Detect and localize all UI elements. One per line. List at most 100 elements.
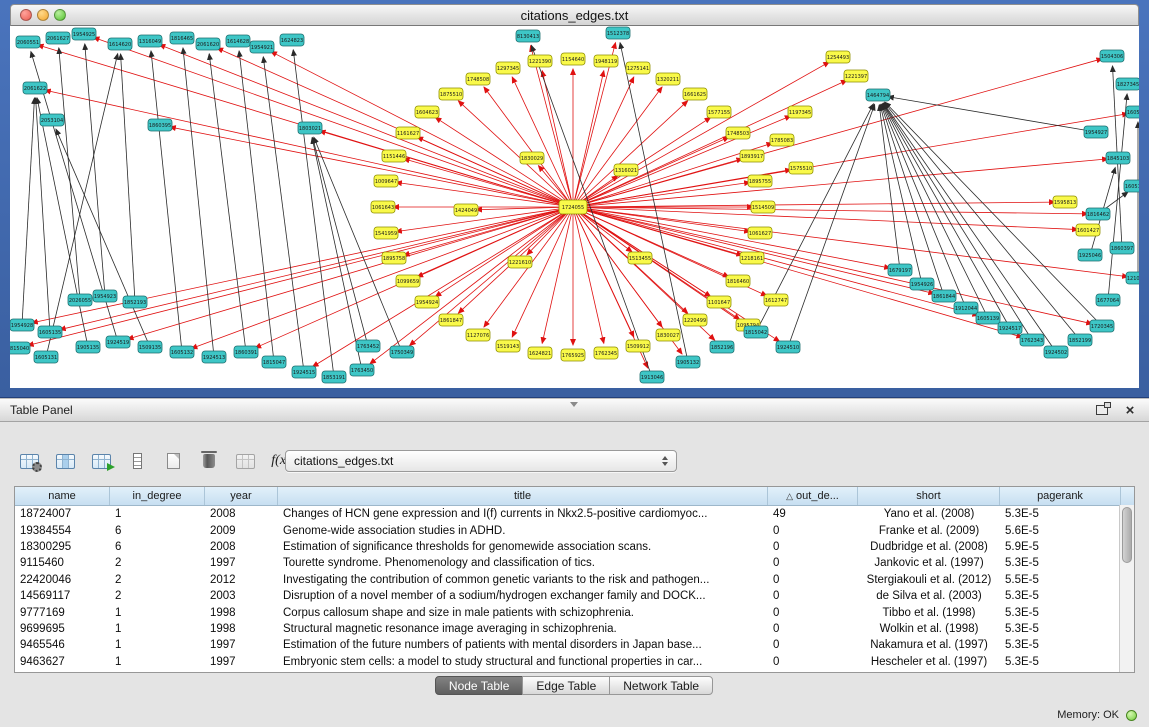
network-node-yellow[interactable]: 1099659 xyxy=(396,275,420,287)
network-node-cyan[interactable]: 1845103 xyxy=(1106,152,1130,164)
citation-edge[interactable] xyxy=(573,59,1102,207)
network-node-yellow[interactable]: 1765925 xyxy=(561,349,585,361)
network-node-cyan[interactable]: 2061620 xyxy=(196,38,220,50)
network-node-cyan[interactable]: 1816465 xyxy=(170,32,194,44)
network-node-cyan[interactable]: 1763452 xyxy=(356,340,380,352)
table-row[interactable]: 946554611997Estimation of the future num… xyxy=(15,637,1134,653)
network-node-cyan[interactable]: 1624823 xyxy=(280,34,304,46)
network-node-cyan[interactable]: 1677064 xyxy=(1096,294,1120,306)
tab-network-table[interactable]: Network Table xyxy=(609,676,713,695)
network-node-cyan[interactable]: 1605132 xyxy=(170,346,194,358)
zoom-window-button[interactable] xyxy=(54,9,66,21)
citation-edge[interactable] xyxy=(573,207,1022,337)
network-node-cyan[interactable]: 1954923 xyxy=(93,290,117,302)
delete-table-button[interactable] xyxy=(194,447,224,475)
column-header-year[interactable]: year xyxy=(205,487,278,505)
network-node-cyan[interactable]: 1605135 xyxy=(38,326,62,338)
column-header-short[interactable]: short xyxy=(858,487,1000,505)
network-node-cyan[interactable]: 1954928 xyxy=(10,319,34,331)
citation-edge[interactable] xyxy=(209,54,246,352)
network-node-yellow[interactable]: 1316021 xyxy=(614,164,638,176)
network-node-cyan[interactable]: 1316049 xyxy=(138,35,162,47)
network-node-yellow[interactable]: 1875510 xyxy=(439,88,463,100)
citation-edge[interactable] xyxy=(531,46,573,207)
citation-edge[interactable] xyxy=(573,114,1128,207)
tab-edge-table[interactable]: Edge Table xyxy=(522,676,610,695)
network-node-cyan[interactable]: 1905132 xyxy=(676,356,700,368)
citation-edge[interactable] xyxy=(320,131,573,207)
citation-edge[interactable] xyxy=(313,207,573,367)
network-node-yellow[interactable]: 1612747 xyxy=(764,294,788,306)
network-node-yellow[interactable]: 1424049 xyxy=(454,204,478,216)
network-node-yellow[interactable]: 1513455 xyxy=(628,252,652,264)
network-node-yellow[interactable]: 1830027 xyxy=(656,329,680,341)
network-node-yellow[interactable]: 1595813 xyxy=(1053,196,1077,208)
network-node-cyan[interactable]: 1954921 xyxy=(250,41,274,53)
network-node-yellow[interactable]: 1127076 xyxy=(466,329,490,341)
network-node-cyan[interactable]: 1852199 xyxy=(1068,334,1092,346)
network-node-yellow[interactable]: 1218161 xyxy=(740,252,764,264)
float-panel-button[interactable] xyxy=(1093,401,1111,419)
network-node-yellow[interactable]: 1221397 xyxy=(844,70,868,82)
network-node-yellow[interactable]: 1748503 xyxy=(726,127,750,139)
network-node-cyan[interactable]: 1860397 xyxy=(1110,242,1134,254)
window-titlebar[interactable]: citations_edges.txt xyxy=(10,4,1139,26)
splitter-handle[interactable] xyxy=(567,401,580,408)
network-node-cyan[interactable]: 1860395 xyxy=(148,119,172,131)
table-row[interactable]: 2242004622012Investigating the contribut… xyxy=(15,572,1134,588)
network-node-cyan[interactable]: 1924510 xyxy=(776,341,800,353)
network-node-yellow[interactable]: 1509912 xyxy=(626,340,650,352)
citation-edge[interactable] xyxy=(788,104,875,347)
network-node-yellow[interactable]: 1830029 xyxy=(520,152,544,164)
network-node-yellow[interactable]: 1604623 xyxy=(415,106,439,118)
scrollbar-thumb[interactable] xyxy=(1122,507,1132,563)
close-window-button[interactable] xyxy=(20,9,32,21)
network-node-yellow[interactable]: 1601427 xyxy=(1076,224,1100,236)
row-height-button[interactable] xyxy=(122,447,152,475)
network-node-cyan[interactable]: 1210631 xyxy=(1126,272,1139,284)
network-node-cyan[interactable]: 1912044 xyxy=(954,302,978,314)
network-node-yellow[interactable]: 1061643 xyxy=(371,201,395,213)
network-node-cyan[interactable]: 1853191 xyxy=(322,371,346,383)
table-row[interactable]: 1456911722003Disruption of a novel membe… xyxy=(15,588,1134,604)
close-panel-button[interactable]: × xyxy=(1121,401,1139,419)
network-node-cyan[interactable]: 2061627 xyxy=(46,32,70,44)
citation-edge[interactable] xyxy=(313,138,368,346)
network-node-cyan[interactable]: 2053104 xyxy=(40,114,64,126)
citation-edge[interactable] xyxy=(37,98,88,347)
network-node-yellow[interactable]: 1061627 xyxy=(748,227,772,239)
network-node-yellow[interactable]: 1816460 xyxy=(726,275,750,287)
network-node-cyan[interactable]: 1925046 xyxy=(1078,249,1102,261)
column-header-outde[interactable]: △out_de... xyxy=(768,487,858,505)
network-node-yellow[interactable]: 1762345 xyxy=(594,347,618,359)
citation-edge[interactable] xyxy=(121,54,135,302)
network-node-cyan[interactable]: 1614628 xyxy=(226,35,250,47)
table-row[interactable]: 946362711997Embryonic stem cells: a mode… xyxy=(15,654,1134,670)
network-node-cyan[interactable]: 1852193 xyxy=(123,296,147,308)
network-node-yellow[interactable]: 1541959 xyxy=(374,227,398,239)
column-header-indegree[interactable]: in_degree xyxy=(110,487,205,505)
citation-edge[interactable] xyxy=(573,207,1128,277)
citation-edge[interactable] xyxy=(573,207,1092,324)
citation-edge[interactable] xyxy=(531,45,652,377)
citation-edge[interactable] xyxy=(620,43,688,362)
table-row[interactable]: 1872400712008Changes of HCN gene express… xyxy=(15,506,1134,522)
network-node-cyan[interactable]: 2026055 xyxy=(68,294,92,306)
network-node-cyan[interactable]: 1605134 xyxy=(1124,180,1139,192)
show-columns-button[interactable] xyxy=(50,447,80,475)
column-header-name[interactable]: name xyxy=(15,487,110,505)
network-table-select[interactable]: citations_edges.txt xyxy=(285,450,677,472)
network-node-yellow[interactable]: 1895755 xyxy=(748,175,772,187)
network-node-yellow[interactable]: 1221390 xyxy=(528,55,552,67)
vertical-scrollbar[interactable] xyxy=(1119,505,1134,672)
network-node-cyan[interactable]: 1504306 xyxy=(1100,50,1124,62)
network-node-cyan[interactable]: 1815042 xyxy=(744,326,768,338)
table-row[interactable]: 977716911998Corpus callosum shape and si… xyxy=(15,604,1134,620)
column-header-title[interactable]: title xyxy=(278,487,768,505)
network-graph[interactable]: 1724055115464012213901297345174850818755… xyxy=(10,26,1139,388)
table-row[interactable]: 969969511998Structural magnetic resonanc… xyxy=(15,621,1134,637)
table-row[interactable]: 1938455462009Genome-wide association stu… xyxy=(15,522,1134,538)
citation-edge[interactable] xyxy=(263,57,304,372)
network-node-yellow[interactable]: 1009647 xyxy=(374,175,398,187)
network-node-cyan[interactable]: 1852196 xyxy=(710,341,734,353)
